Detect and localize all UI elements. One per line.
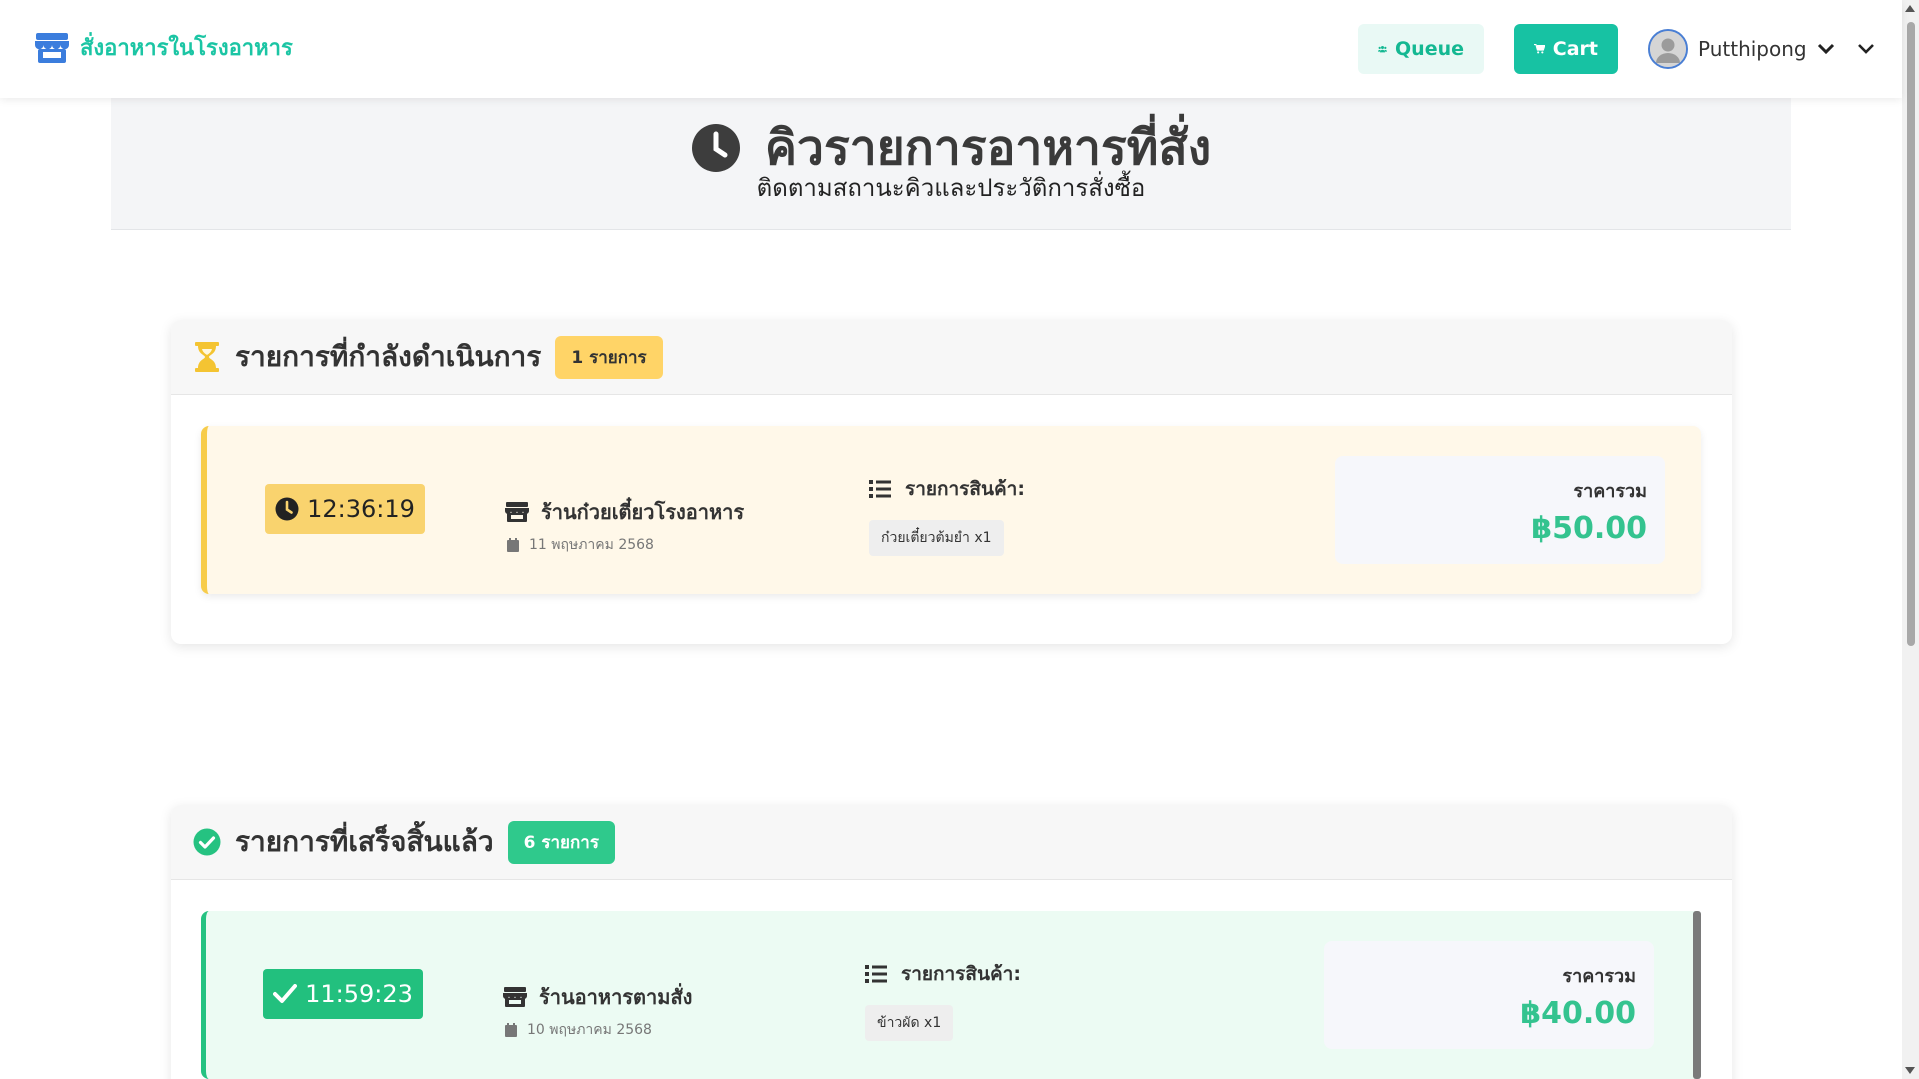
- order-items: รายการสินค้า: ข้าวผัด x1: [865, 959, 1021, 1041]
- order-date-row: 10 พฤษภาคม 2568: [503, 1019, 692, 1041]
- scroll-up-arrow[interactable]: [1905, 5, 1915, 12]
- chevron-down-icon: [1817, 43, 1834, 55]
- shop-name: ร้านอาหารตามสั่ง: [539, 985, 693, 1009]
- calendar-icon: [507, 538, 519, 552]
- shop-name: ร้านก๋วยเตี๋ยวโรงอาหาร: [541, 500, 745, 524]
- order-total-box: ราคารวม ฿50.00: [1335, 456, 1665, 564]
- page-subtitle: ติดตามสถานะคิวและประวัติการสั่งซื้อ: [756, 174, 1146, 202]
- username: Putthipong: [1698, 37, 1807, 61]
- pending-heading: รายการที่กำลังดำเนินการ: [235, 340, 542, 373]
- users-icon: [1378, 45, 1388, 53]
- page-header: คิวรายการอาหารที่สั่ง ติดตามสถานะคิวและป…: [111, 98, 1791, 230]
- shop-name-row: ร้านก๋วยเตี๋ยวโรงอาหาร: [505, 496, 744, 528]
- list-icon: [865, 965, 887, 983]
- order-shop: ร้านอาหารตามสั่ง 10 พฤษภาคม 2568: [503, 981, 692, 1041]
- brand-link[interactable]: สั่งอาหารในโรงอาหาร: [34, 30, 293, 65]
- calendar-icon: [505, 1023, 517, 1037]
- hourglass-icon: [195, 342, 219, 372]
- check-circle-icon: [193, 828, 221, 856]
- scroll-thumb[interactable]: [1907, 22, 1915, 646]
- pending-section-header: รายการที่กำลังดำเนินการ 1 รายการ: [171, 320, 1732, 395]
- user-avatar-icon: [1650, 31, 1686, 67]
- items-heading-row: รายการสินค้า:: [865, 959, 1021, 989]
- total-value: ฿50.00: [1531, 511, 1647, 546]
- clock-icon: [691, 124, 740, 172]
- order-time-badge: 12:36:19: [265, 484, 425, 534]
- shop-name-row: ร้านอาหารตามสั่ง: [503, 981, 692, 1013]
- order-date: 10 พฤษภาคม 2568: [527, 1022, 652, 1038]
- cart-icon: [1534, 44, 1545, 54]
- inner-scrollbar[interactable]: [1693, 911, 1701, 1079]
- total-value: ฿40.00: [1520, 996, 1636, 1031]
- order-time: 12:36:19: [307, 495, 415, 523]
- list-icon: [869, 480, 891, 498]
- completed-orders-section: รายการที่เสร็จสิ้นแล้ว 6 รายการ 11:59:23…: [171, 805, 1732, 1079]
- clock-icon: [275, 497, 299, 521]
- order-total-box: ราคารวม ฿40.00: [1324, 941, 1654, 1049]
- order-date-row: 11 พฤษภาคม 2568: [505, 534, 744, 556]
- item-chip: ก๋วยเตี๋ยวต้มยำ x1: [869, 520, 1004, 556]
- check-icon: [273, 984, 298, 1003]
- store-icon: [35, 32, 69, 63]
- items-label: รายการสินค้า:: [901, 963, 1021, 985]
- pending-count-badge: 1 รายการ: [555, 335, 663, 379]
- user-menu[interactable]: Putthipong: [1648, 26, 1875, 72]
- page-scrollbar[interactable]: [1902, 0, 1919, 1079]
- items-label: รายการสินค้า:: [905, 478, 1025, 500]
- order-shop: ร้านก๋วยเตี๋ยวโรงอาหาร 11 พฤษภาคม 2568: [505, 496, 744, 556]
- completed-section-header: รายการที่เสร็จสิ้นแล้ว 6 รายการ: [171, 805, 1732, 880]
- completed-count-badge: 6 รายการ: [507, 820, 615, 864]
- order-items: รายการสินค้า: ก๋วยเตี๋ยวต้มยำ x1: [869, 474, 1025, 556]
- store-icon: [505, 502, 529, 522]
- avatar: [1648, 29, 1688, 69]
- dropdown-toggle-icon[interactable]: [1857, 43, 1875, 55]
- pending-orders-section: รายการที่กำลังดำเนินการ 1 รายการ 12:36:1…: [171, 320, 1732, 644]
- completed-heading: รายการที่เสร็จสิ้นแล้ว: [235, 825, 494, 858]
- order-time: 11:59:23: [305, 980, 413, 1008]
- completed-order-card[interactable]: 11:59:23 ร้านอาหารตามสั่ง 10 พฤษภาคม 256…: [201, 911, 1701, 1079]
- queue-button[interactable]: Queue: [1358, 24, 1484, 74]
- store-icon: [503, 987, 527, 1007]
- cart-label: Cart: [1552, 38, 1598, 60]
- total-label: ราคารวม: [1573, 481, 1647, 502]
- queue-label: Queue: [1395, 38, 1464, 60]
- navbar: สั่งอาหารในโรงอาหาร Queue Cart Putthipon…: [0, 0, 1902, 98]
- brand-title: สั่งอาหารในโรงอาหาร: [80, 36, 293, 61]
- item-chip: ข้าวผัด x1: [865, 1005, 954, 1041]
- items-heading-row: รายการสินค้า:: [869, 474, 1025, 504]
- total-label: ราคารวม: [1562, 966, 1636, 987]
- order-date: 11 พฤษภาคม 2568: [529, 537, 654, 553]
- cart-button[interactable]: Cart: [1514, 24, 1618, 74]
- order-time-badge: 11:59:23: [263, 969, 423, 1019]
- scroll-down-arrow[interactable]: [1905, 1067, 1915, 1074]
- pending-order-card[interactable]: 12:36:19 ร้านก๋วยเตี๋ยวโรงอาหาร 11 พฤษภา…: [201, 426, 1701, 594]
